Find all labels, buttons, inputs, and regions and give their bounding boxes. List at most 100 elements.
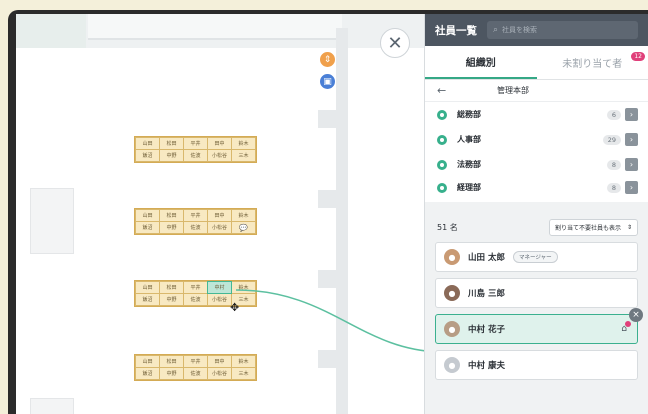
department-item[interactable]: 法務部 8 › [425, 152, 648, 177]
filter-select[interactable]: 割り当て不要社員も表示 ⇕ [548, 218, 638, 236]
desk[interactable]: 松田 [160, 138, 183, 149]
desk[interactable]: 松田 [160, 210, 183, 221]
tab-bar: 組織別 未割り当て者 12 [425, 46, 648, 80]
member-card[interactable]: ● 山田 太郎 マネージャー [435, 242, 638, 272]
wall-notch [318, 350, 338, 368]
wall-notch [318, 110, 338, 128]
desk[interactable]: 中野 [160, 150, 183, 161]
desk[interactable]: 中野 [160, 222, 183, 233]
department-count: 8 [606, 159, 621, 170]
department-header: ← 管理本部 [425, 80, 648, 102]
desk[interactable]: 鈴木 [232, 210, 255, 221]
desk[interactable]: 山田 [136, 138, 159, 149]
desk[interactable]: 佐波 [184, 294, 207, 305]
desk[interactable]: 中野 [160, 294, 183, 305]
avatar: ● [444, 285, 460, 301]
department-item[interactable]: 人事部 29 › [425, 127, 648, 152]
desk[interactable]: 飯沼 [136, 222, 159, 233]
desk[interactable]: 佐波 [184, 150, 207, 161]
tab-by-organization[interactable]: 組織別 [425, 46, 537, 79]
department-dot-icon [437, 109, 447, 120]
department-dot-icon [437, 182, 447, 193]
member-card[interactable]: ● 川島 三郎 [435, 278, 638, 308]
tab-unassigned[interactable]: 未割り当て者 12 [537, 46, 648, 79]
panel-header: 社員一覧 ⌕ [425, 14, 648, 46]
desk[interactable]: 田中 [208, 356, 231, 367]
close-icon: ✕ [387, 32, 403, 54]
desk[interactable]: 三木 [232, 150, 255, 161]
desk[interactable]: 松田 [160, 356, 183, 367]
chevron-right-icon[interactable]: › [625, 108, 638, 121]
department-name: 人事部 [457, 135, 481, 144]
desk[interactable]: 鈴木 [232, 138, 255, 149]
chat-icon[interactable]: 💬 [232, 222, 255, 233]
desk[interactable]: 佐波 [184, 222, 207, 233]
top-left-room [16, 14, 86, 48]
desk[interactable]: 飯沼 [136, 294, 159, 305]
desk[interactable]: 小松谷 [208, 222, 231, 233]
side-room [30, 398, 74, 414]
chevron-right-icon[interactable]: › [625, 133, 638, 146]
department-count: 6 [606, 109, 621, 120]
member-list: ● 山田 太郎 マネージャー ● 川島 三郎 ● 中村 花子 ⌂ × ● 中村 … [425, 242, 648, 380]
seat-icon[interactable]: ⌂ [621, 321, 631, 334]
member-card-selected[interactable]: ● 中村 花子 ⌂ × [435, 308, 643, 344]
tab-label: 組織別 [465, 58, 496, 69]
desk[interactable]: 平井 [184, 210, 207, 221]
desk[interactable]: 平井 [184, 282, 207, 293]
desk-selected[interactable]: 中村 [207, 281, 232, 294]
member-name: 中村 花子 [468, 325, 505, 335]
department-name: 経理部 [457, 183, 481, 192]
department-item[interactable]: 経理部 8 › [425, 177, 648, 202]
avatar: ● [444, 249, 460, 265]
printer-pin-icon[interactable]: ▣ [320, 74, 335, 89]
desk[interactable]: 鈴木 [232, 356, 255, 367]
department-title: 管理本部 [497, 86, 529, 95]
desk[interactable]: 三木 [232, 368, 255, 379]
cursor-icon: ✥ [230, 301, 240, 314]
desk[interactable]: 田中 [208, 138, 231, 149]
desk[interactable]: 平井 [184, 138, 207, 149]
employee-panel: 社員一覧 ⌕ 組織別 未割り当て者 12 ← 管理本部 総務部 6 › 人事部 2… [424, 14, 648, 414]
desk[interactable]: 飯沼 [136, 150, 159, 161]
desk[interactable]: 山田 [136, 356, 159, 367]
desk[interactable]: 山田 [136, 282, 159, 293]
member-card[interactable]: ● 中村 康夫 [435, 350, 638, 380]
desk[interactable]: 松田 [160, 282, 183, 293]
remove-icon[interactable]: × [629, 308, 643, 322]
department-item[interactable]: 総務部 6 › [425, 102, 648, 127]
desk[interactable]: 小松谷 [208, 368, 231, 379]
department-list: ← 管理本部 総務部 6 › 人事部 29 › 法務部 8 › 経理部 8 › [425, 80, 648, 202]
desk[interactable]: 飯沼 [136, 368, 159, 379]
location-pin-icon[interactable]: ⇕ [320, 52, 335, 67]
department-dot-icon [437, 134, 447, 145]
arrow-left-icon[interactable]: ← [437, 84, 497, 97]
member-list-header: 51 名 割り当て不要社員も表示 ⇕ [425, 212, 648, 242]
desk[interactable]: 小松谷 [208, 294, 231, 305]
search-box[interactable]: ⌕ [487, 21, 638, 39]
wall-notch [318, 270, 338, 288]
top-corridor [88, 14, 342, 40]
role-badge: マネージャー [512, 251, 558, 263]
chevron-right-icon[interactable]: › [625, 181, 638, 194]
desk[interactable]: 中野 [160, 368, 183, 379]
floor-map[interactable]: ⇕ ▣ 山田 松田 平井 田中 鈴木 飯沼 中野 佐波 小松谷 三木 山田 松田… [16, 14, 424, 414]
panel-title: 社員一覧 [435, 24, 477, 37]
desk[interactable]: 鈴木 [232, 282, 255, 293]
department-dot-icon [437, 159, 447, 170]
desk[interactable]: 田中 [208, 210, 231, 221]
desk[interactable]: 佐波 [184, 368, 207, 379]
desk[interactable]: 山田 [136, 210, 159, 221]
unassigned-badge: 12 [631, 52, 645, 61]
chevron-right-icon[interactable]: › [625, 158, 638, 171]
member-name: 中村 康夫 [468, 361, 505, 371]
wall-notch [318, 190, 338, 208]
department-name: 総務部 [457, 110, 481, 119]
close-button[interactable]: ✕ [380, 28, 410, 58]
search-input[interactable] [502, 26, 632, 34]
member-name: 山田 太郎 [468, 253, 505, 263]
sort-icon: ⇕ [626, 223, 632, 231]
desk-group: 山田 松田 平井 田中 鈴木 飯沼 中野 佐波 小松谷 💬 [134, 208, 257, 235]
desk[interactable]: 小松谷 [208, 150, 231, 161]
desk[interactable]: 平井 [184, 356, 207, 367]
